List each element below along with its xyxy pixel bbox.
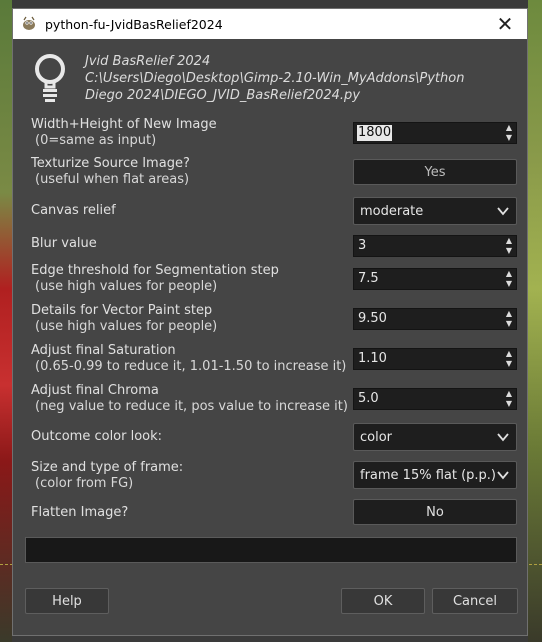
canvas-relief-dropdown[interactable]: moderate xyxy=(353,197,517,225)
gimp-icon xyxy=(21,16,37,32)
close-icon: ✕ xyxy=(496,12,514,36)
chevron-down-icon xyxy=(497,207,509,216)
details-vector-label: Details for Vector Paint step xyxy=(31,303,213,318)
texturize-hint: (useful when flat areas) xyxy=(35,172,190,187)
details-vector-hint: (use high values for people) xyxy=(35,319,218,334)
chevron-down-icon xyxy=(497,471,509,480)
outcome-color-value: color xyxy=(360,430,393,445)
chroma-spinbox[interactable]: 5.0 ▲ ▼ xyxy=(353,388,517,410)
frame-hint: (color from FG) xyxy=(35,476,134,491)
lightbulb-icon xyxy=(33,53,67,105)
texturize-toggle[interactable]: Yes xyxy=(353,159,517,185)
chroma-hint: (neg value to reduce it, pos value to in… xyxy=(35,399,348,414)
saturation-label: Adjust final Saturation xyxy=(31,343,176,358)
title-bar: python-fu-JvidBasRelief2024 ✕ xyxy=(13,9,527,39)
edge-threshold-value[interactable]: 7.5 xyxy=(358,271,379,287)
background-photo-left xyxy=(0,0,12,642)
edge-threshold-spinbox[interactable]: 7.5 ▲ ▼ xyxy=(353,268,517,290)
plugin-header: Jvid BasRelief 2024 C:\Users\Diego\Deskt… xyxy=(33,53,513,113)
details-vector-value[interactable]: 9.50 xyxy=(358,311,387,327)
background-photo-right xyxy=(528,0,542,642)
decrement-icon[interactable]: ▼ xyxy=(502,246,516,256)
flatten-toggle[interactable]: No xyxy=(353,499,517,525)
blur-label: Blur value xyxy=(31,236,97,251)
help-button[interactable]: Help xyxy=(25,588,109,614)
canvas-relief-label: Canvas relief xyxy=(31,203,116,218)
frame-label: Size and type of frame: xyxy=(31,460,184,475)
increment-icon[interactable]: ▲ xyxy=(502,309,516,319)
increment-icon[interactable]: ▲ xyxy=(502,269,516,279)
width-height-hint: (0=same as input) xyxy=(35,133,157,148)
saturation-value[interactable]: 1.10 xyxy=(358,351,387,367)
frame-value: frame 15% flat (p.p.) xyxy=(360,468,497,483)
increment-icon[interactable]: ▲ xyxy=(502,123,516,133)
decrement-icon[interactable]: ▼ xyxy=(502,359,516,369)
plugin-info: Jvid BasRelief 2024 C:\Users\Diego\Deskt… xyxy=(85,53,464,104)
flatten-label: Flatten Image? xyxy=(31,505,129,520)
plugin-path-line1: C:\Users\Diego\Desktop\Gimp-2.10-Win_MyA… xyxy=(85,71,465,86)
plugin-path-line2: Diego 2024\DIEGO_JVID_BasRelief2024.py xyxy=(85,88,361,103)
decrement-icon[interactable]: ▼ xyxy=(502,133,516,143)
saturation-spinbox[interactable]: 1.10 ▲ ▼ xyxy=(353,348,517,370)
texturize-label: Texturize Source Image? xyxy=(31,156,190,171)
saturation-hint: (0.65-0.99 to reduce it, 1.01-1.50 to in… xyxy=(35,359,347,374)
cancel-button[interactable]: Cancel xyxy=(432,588,518,614)
canvas-relief-value: moderate xyxy=(360,204,424,219)
progress-bar xyxy=(25,537,517,563)
blur-spinbox[interactable]: 3 ▲ ▼ xyxy=(353,235,517,257)
width-height-value[interactable]: 1800 xyxy=(357,125,393,141)
width-height-spinbox[interactable]: 1800 ▲ ▼ xyxy=(353,122,517,144)
decrement-icon[interactable]: ▼ xyxy=(502,399,516,409)
frame-dropdown[interactable]: frame 15% flat (p.p.) xyxy=(353,461,517,489)
edge-threshold-hint: (use high values for people) xyxy=(35,279,218,294)
window-title: python-fu-JvidBasRelief2024 xyxy=(45,16,223,32)
plugin-name: Jvid BasRelief 2024 xyxy=(85,54,211,69)
close-button[interactable]: ✕ xyxy=(483,9,527,39)
chroma-label: Adjust final Chroma xyxy=(31,383,159,398)
details-vector-spinbox[interactable]: 9.50 ▲ ▼ xyxy=(353,308,517,330)
chevron-down-icon xyxy=(497,433,509,442)
increment-icon[interactable]: ▲ xyxy=(502,389,516,399)
outcome-color-dropdown[interactable]: color xyxy=(353,423,517,451)
chroma-value[interactable]: 5.0 xyxy=(358,391,379,407)
width-height-label: Width+Height of New Image xyxy=(31,117,217,132)
decrement-icon[interactable]: ▼ xyxy=(502,279,516,289)
ok-button[interactable]: OK xyxy=(341,588,425,614)
plugin-dialog: python-fu-JvidBasRelief2024 ✕ Jvid BasRe… xyxy=(12,8,528,636)
outcome-color-label: Outcome color look: xyxy=(31,429,163,444)
decrement-icon[interactable]: ▼ xyxy=(502,319,516,329)
edge-threshold-label: Edge threshold for Segmentation step xyxy=(31,263,279,278)
blur-value[interactable]: 3 xyxy=(358,238,366,254)
increment-icon[interactable]: ▲ xyxy=(502,236,516,246)
increment-icon[interactable]: ▲ xyxy=(502,349,516,359)
